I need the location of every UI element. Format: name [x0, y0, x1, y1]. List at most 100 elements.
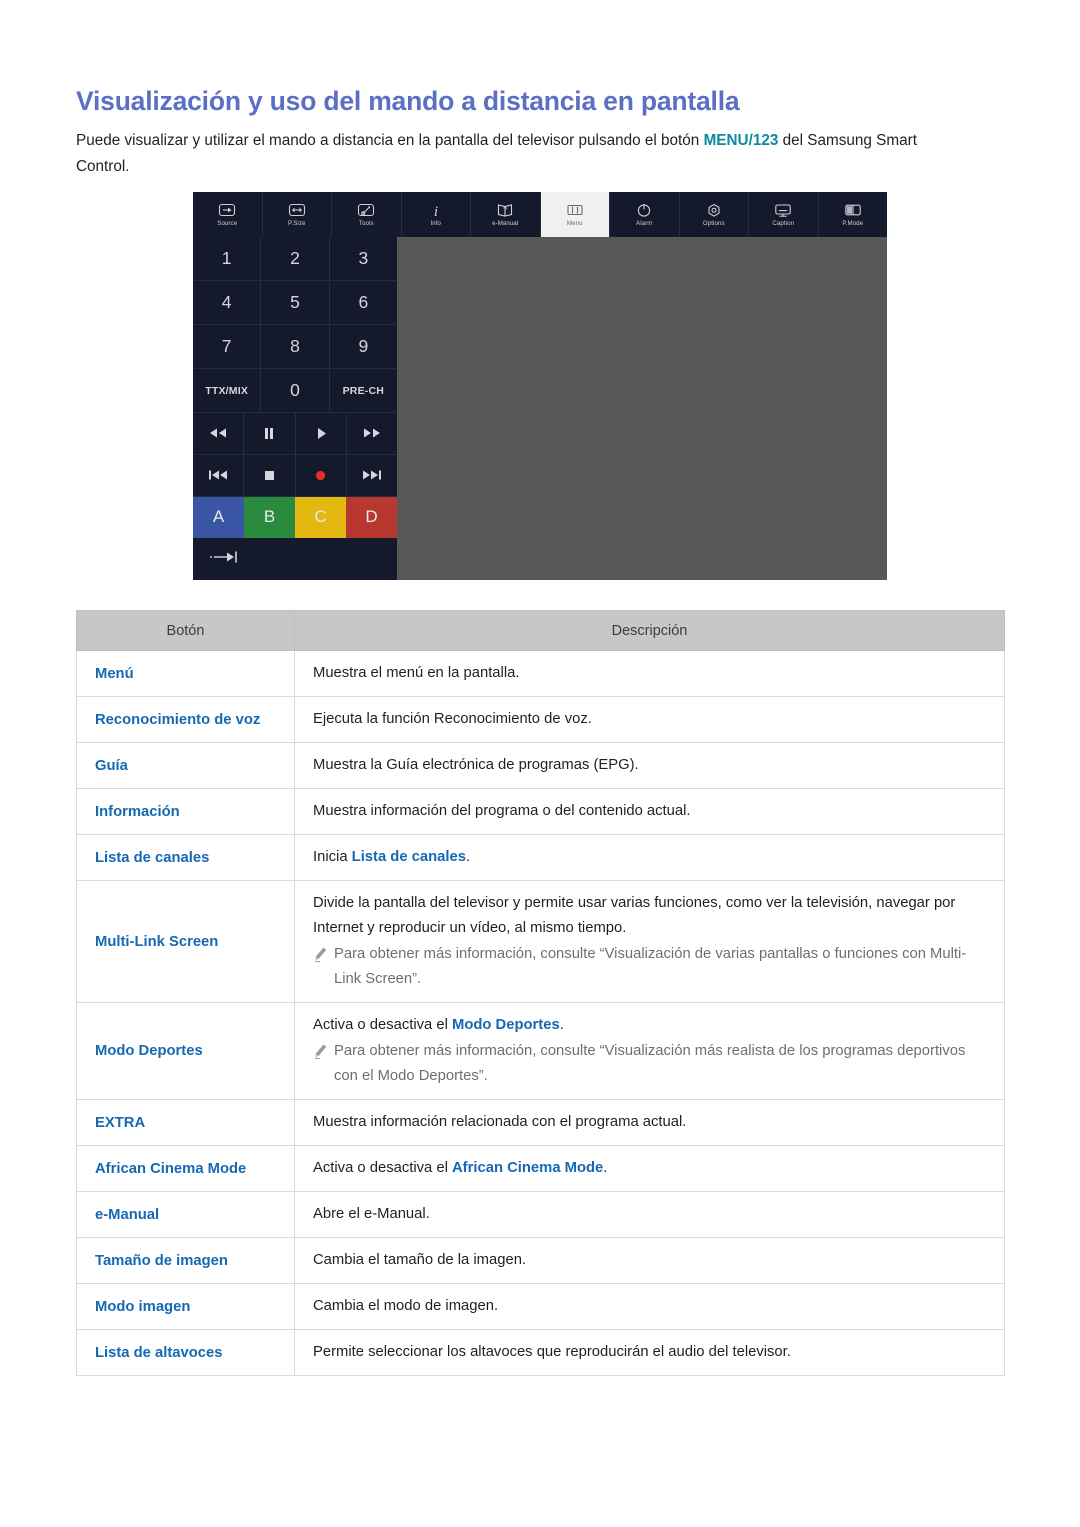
remote-key-4[interactable]: 4	[193, 281, 262, 325]
remote-key-1[interactable]: 1	[193, 237, 262, 281]
description-text-tail: .	[603, 1160, 608, 1176]
remote-rewind-button[interactable]	[193, 413, 245, 455]
page-title: Visualización y uso del mando a distanci…	[76, 85, 740, 116]
remote-top-button-label: Menu	[566, 220, 583, 227]
column-header-button: Botón	[76, 610, 295, 651]
remote-media-row-1	[193, 413, 397, 455]
remote-fast-forward-button[interactable]	[346, 413, 397, 455]
button-name-cell: Modo imagen	[76, 1283, 295, 1330]
button-name-cell: Multi-Link Screen	[76, 880, 295, 1003]
button-name-cell: Reconocimiento de voz	[76, 696, 295, 743]
description-text: Muestra información relacionada con el p…	[313, 1114, 687, 1130]
remote-key-9[interactable]: 9	[329, 325, 397, 369]
description-link[interactable]: Modo Deportes	[452, 1017, 560, 1033]
table-row: Guía Muestra la Guía electrónica de progr…	[76, 742, 1005, 789]
remote-top-button-p-mode[interactable]: P.Mode	[819, 192, 888, 237]
remote-key-2[interactable]: 2	[261, 237, 330, 281]
remote-key-0[interactable]: 0	[261, 369, 330, 413]
remote-media-row-2	[193, 454, 397, 497]
button-description-table: Botón Descripción Menú Muestra el menú en…	[76, 610, 1005, 1376]
button-description-cell: Inicia Lista de canales.	[294, 834, 1005, 881]
description-text: Ejecuta la función Reconocimiento de voz…	[313, 711, 592, 727]
source-icon	[218, 201, 236, 218]
remote-top-button-e-manual[interactable]: ? e-Manual	[471, 192, 541, 237]
column-header-description: Descripción	[294, 610, 1005, 651]
remote-stop-button[interactable]	[244, 454, 296, 497]
previous-icon	[207, 469, 229, 481]
button-description-cell: Cambia el tamaño de la imagen.	[294, 1237, 1005, 1284]
button-name-cell: Guía	[76, 742, 295, 789]
remote-record-button[interactable]	[295, 454, 347, 497]
menu123-highlight: MENU/123	[703, 132, 779, 150]
remote-color-button-b[interactable]: B	[244, 496, 295, 539]
remote-top-button-label: Source	[217, 220, 238, 227]
button-description-cell: Abre el e-Manual.	[294, 1191, 1005, 1238]
remote-top-button-info[interactable]: i Info	[402, 192, 471, 237]
remote-keypad: 1 2 3 4 5 6 7 8 9 TTX/MIX 0 PRE-CH	[193, 237, 397, 413]
note-text: Para obtener más información, consulte “…	[334, 1043, 966, 1084]
remote-previous-button[interactable]	[193, 454, 245, 497]
note-block: Para obtener más información, consulte “…	[313, 1039, 986, 1089]
pencil-icon	[313, 1043, 332, 1069]
intro-text-before: Puede visualizar y utilizar el mando a d…	[76, 132, 704, 150]
menu-icon	[566, 201, 584, 218]
button-name-cell: Lista de altavoces	[76, 1329, 295, 1376]
remote-key-6[interactable]: 6	[329, 281, 397, 325]
table-row: Información Muestra información del progr…	[76, 788, 1005, 835]
table-row: Modo imagen Cambia el modo de imagen.	[76, 1283, 1005, 1330]
description-text: Cambia el tamaño de la imagen.	[313, 1252, 527, 1268]
table-body: Menú Muestra el menú en la pantalla. Recon…	[76, 650, 1005, 1376]
remote-key-3[interactable]: 3	[329, 237, 397, 281]
description-link[interactable]: Lista de canales	[352, 849, 466, 865]
remote-next-button[interactable]	[346, 455, 397, 497]
remote-top-button-options[interactable]: Options	[680, 192, 749, 237]
remote-key-ttx-mix[interactable]: TTX/MIX	[193, 369, 262, 413]
remote-top-button-alarm[interactable]: Alarm	[610, 192, 680, 237]
remote-key-5[interactable]: 5	[261, 281, 330, 325]
alarm-icon	[635, 201, 653, 218]
table-row: Lista de canales Inicia Lista de canales.	[76, 834, 1005, 881]
remote-top-button-tools[interactable]: Tools	[332, 192, 402, 237]
pencil-icon	[313, 946, 332, 972]
intro-paragraph: Puede visualizar y utilizar el mando a d…	[76, 128, 946, 180]
svg-text:?: ?	[503, 207, 507, 214]
remote-body: 1 2 3 4 5 6 7 8 9 TTX/MIX 0 PRE-CH ABCD	[193, 237, 887, 580]
button-description-cell: Ejecuta la función Reconocimiento de voz…	[294, 696, 1005, 743]
next-icon	[361, 469, 383, 481]
remote-color-buttons: ABCD	[193, 496, 397, 539]
description-text: Cambia el modo de imagen.	[313, 1298, 499, 1314]
rewind-icon	[208, 427, 228, 439]
description-text-tail: .	[559, 1017, 564, 1033]
remote-key-pre-ch[interactable]: PRE-CH	[329, 369, 397, 413]
remote-top-button-label: P.Size	[288, 220, 306, 227]
picture-size-icon	[288, 201, 306, 218]
remote-top-button-p-size[interactable]: P.Size	[263, 192, 332, 237]
remote-color-button-c[interactable]: C	[295, 496, 346, 539]
button-description-cell: Muestra información del programa o del c…	[294, 788, 1005, 835]
table-row: Lista de altavoces Permite seleccionar lo…	[76, 1329, 1005, 1376]
button-name-cell: African Cinema Mode	[76, 1145, 295, 1192]
remote-play-button[interactable]	[295, 413, 347, 455]
button-description-cell: Cambia el modo de imagen.	[294, 1283, 1005, 1330]
description-link[interactable]: African Cinema Mode	[452, 1160, 603, 1176]
description-text: Muestra el menú en la pantalla.	[313, 665, 520, 681]
description-text: Divide la pantalla del televisor y permi…	[313, 895, 956, 936]
remote-top-button-source[interactable]: Source	[193, 192, 263, 237]
tab-exit-icon[interactable]	[209, 550, 239, 569]
button-name-cell: Información	[76, 788, 295, 835]
table-row: African Cinema Mode Activa o desactiva el…	[76, 1145, 1005, 1192]
remote-top-button-caption[interactable]: Caption	[749, 192, 819, 237]
table-row: Tamaño de imagen Cambia el tamaño de la i…	[76, 1237, 1005, 1284]
caption-icon	[774, 201, 792, 218]
remote-top-button-menu[interactable]: Menu	[540, 192, 610, 237]
play-icon	[314, 427, 328, 440]
remote-top-button-label: Caption	[772, 220, 795, 227]
remote-pause-button[interactable]	[244, 413, 296, 455]
remote-key-8[interactable]: 8	[261, 325, 330, 369]
remote-color-button-d[interactable]: D	[346, 496, 397, 539]
remote-key-7[interactable]: 7	[193, 325, 262, 369]
button-description-cell: Muestra el menú en la pantalla.	[294, 650, 1005, 697]
table-row: e-Manual Abre el e-Manual.	[76, 1191, 1005, 1238]
button-name-cell: Menú	[76, 650, 295, 697]
remote-color-button-a[interactable]: A	[193, 496, 244, 539]
